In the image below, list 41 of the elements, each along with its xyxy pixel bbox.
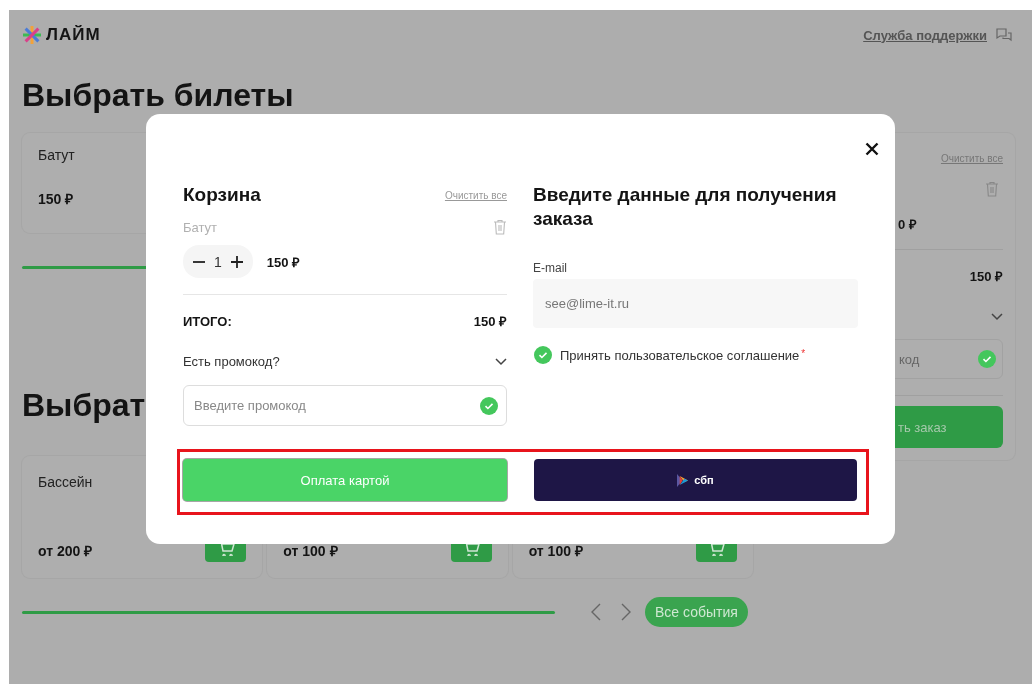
plus-icon[interactable] bbox=[230, 255, 243, 268]
agreement-checkbox[interactable] bbox=[534, 346, 552, 364]
trash-icon[interactable] bbox=[985, 181, 999, 197]
sbp-logo-icon bbox=[677, 473, 689, 487]
item-price: 0 ₽ bbox=[898, 216, 917, 233]
logo-icon bbox=[22, 25, 42, 45]
email-field[interactable]: see@lime-it.ru bbox=[533, 279, 858, 328]
event-price: от 100 ₽ bbox=[283, 542, 338, 560]
total-label: ИТОГО: bbox=[183, 313, 232, 329]
quantity-stepper[interactable]: 1 bbox=[183, 245, 253, 278]
page-heading: Выбрать билеты bbox=[22, 76, 295, 115]
chevron-down-icon[interactable] bbox=[495, 357, 507, 366]
trash-icon[interactable] bbox=[493, 219, 507, 235]
cart-title: Корзина bbox=[183, 183, 261, 207]
close-icon[interactable] bbox=[865, 142, 879, 156]
event-price: от 100 ₽ bbox=[528, 542, 583, 560]
promo-code-field[interactable]: Введите промокод bbox=[183, 385, 507, 426]
check-icon[interactable] bbox=[480, 397, 498, 415]
promo-toggle[interactable]: Есть промокод? bbox=[183, 354, 280, 369]
chat-icon[interactable] bbox=[995, 27, 1013, 43]
ticket-title: Батут bbox=[38, 147, 76, 163]
event-price: от 200 ₽ bbox=[38, 542, 93, 560]
support-link[interactable]: Служба поддержки bbox=[863, 27, 987, 43]
ticket-price: 150 ₽ bbox=[38, 190, 74, 208]
chevron-down-icon[interactable] bbox=[991, 313, 1003, 321]
logo-text: ЛАЙМ bbox=[46, 25, 101, 45]
agreement-label[interactable]: Принять пользовательское соглашение* bbox=[560, 347, 806, 363]
email-label: E-mail bbox=[533, 261, 568, 275]
chevron-right-icon[interactable] bbox=[621, 603, 631, 621]
sbp-payment-button[interactable]: сбп bbox=[534, 459, 857, 501]
clear-all-link[interactable]: Очистить все bbox=[444, 189, 507, 201]
item-name: Батут bbox=[183, 219, 218, 235]
all-events-button[interactable]: Все события bbox=[645, 597, 748, 627]
form-title: Введите данные для получения заказа bbox=[533, 183, 838, 231]
event-title: Бассейн bbox=[38, 474, 94, 490]
item-price: 150 ₽ bbox=[266, 253, 301, 271]
total-price: 150 ₽ bbox=[473, 313, 507, 330]
chevron-left-icon[interactable] bbox=[591, 603, 601, 621]
total-price: 150 ₽ bbox=[969, 268, 1003, 285]
check-icon[interactable] bbox=[978, 350, 996, 368]
section-heading: Выбрат bbox=[22, 386, 146, 425]
